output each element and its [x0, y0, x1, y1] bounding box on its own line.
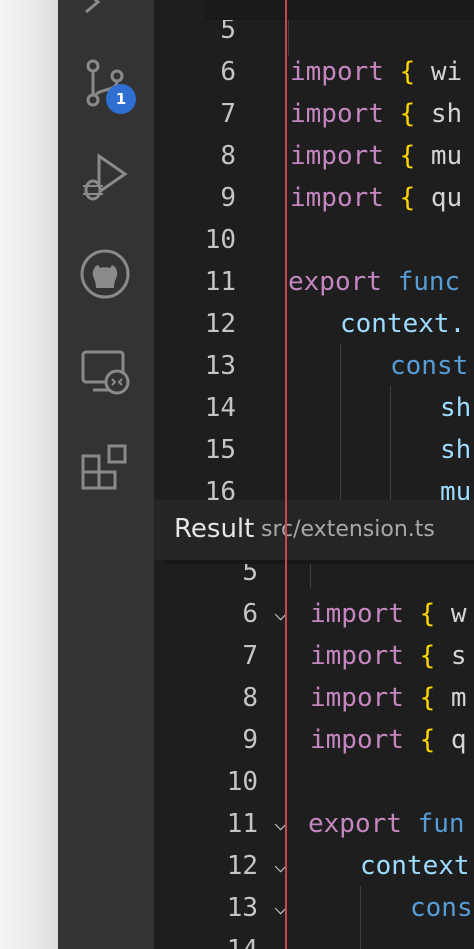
code-line: 5 — [242, 560, 258, 587]
original-editor[interactable]: 5 6 import { wi 7 import { sh 8 import {… — [154, 0, 474, 500]
code-line: 10 — [226, 767, 258, 797]
result-title: Result — [174, 514, 255, 544]
code-line: 13 const — [204, 351, 469, 381]
code-line: 15 sh — [204, 435, 472, 465]
code-line: 8 import { mu — [220, 141, 463, 171]
code-line: 7 import { s — [242, 641, 467, 671]
run-debug-icon[interactable] — [79, 152, 131, 204]
remote-explorer-icon[interactable] — [79, 346, 131, 398]
code-line: 12 context. — [204, 309, 466, 339]
result-header: Result src/extension.ts — [154, 500, 474, 560]
result-editor[interactable]: 5 6 ⌵ import { w 7 import { s 8 import {… — [154, 560, 474, 949]
code-line: 9 import { qu — [220, 183, 463, 213]
result-file-path: src/extension.ts — [261, 517, 435, 542]
code-line: 7 import { sh — [220, 99, 463, 129]
code-line: 14 sh — [204, 393, 472, 423]
code-line: 12 ⌵ context — [154, 845, 474, 887]
code-line: 11 export func — [204, 267, 461, 297]
source-control-badge: 1 — [106, 84, 136, 114]
explorer-chevron-icon[interactable] — [78, 0, 118, 16]
column-ruler — [285, 0, 287, 949]
code-line: 10 — [204, 225, 236, 255]
desktop-background — [0, 0, 58, 949]
code-line: 6 ⌵ import { w — [154, 593, 474, 635]
sticky-scroll-shadow — [205, 0, 474, 20]
code-line: 13 ⌵ cons — [154, 887, 474, 929]
github-icon[interactable] — [79, 248, 131, 300]
code-line: 9 import { q — [242, 725, 467, 755]
activity-bar: 1 — [58, 0, 154, 949]
extensions-icon[interactable] — [79, 442, 131, 494]
header-shadow — [164, 560, 474, 564]
code-line: 14 — [154, 929, 474, 949]
code-line: 11 ⌵ export fun — [154, 803, 474, 845]
code-line: 6 import { wi — [220, 57, 463, 87]
code-line: 8 import { m — [242, 683, 467, 713]
code-line: 16 mu — [204, 477, 472, 500]
